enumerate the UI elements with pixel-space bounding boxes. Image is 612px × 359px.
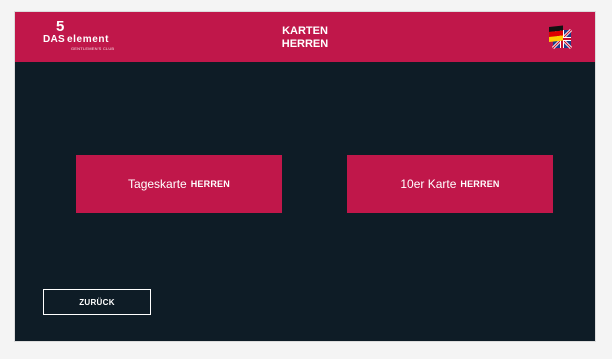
zehnerkarte-herren-button[interactable]: 10er Karte HERREN — [347, 155, 553, 213]
page-title: KARTEN HERREN — [15, 25, 595, 51]
back-button[interactable]: ZURÜCK — [43, 289, 151, 315]
header-bar: 5 DAS element GENTLEMEN'S CLUB KARTEN HE… — [15, 12, 595, 62]
page-title-line2: HERREN — [281, 38, 329, 50]
tile-suffix: HERREN — [190, 179, 230, 189]
tile-label: Tageskarte — [128, 177, 187, 191]
tageskarte-herren-button[interactable]: Tageskarte HERREN — [76, 155, 282, 213]
language-switch-icon — [549, 25, 573, 50]
page-title-line1: KARTEN — [282, 25, 328, 37]
tile-suffix: HERREN — [460, 179, 500, 189]
kiosk-screen: 5 DAS element GENTLEMEN'S CLUB KARTEN HE… — [14, 11, 596, 342]
tile-label: 10er Karte — [400, 177, 457, 191]
flag-de-uk-icon[interactable] — [547, 24, 573, 50]
